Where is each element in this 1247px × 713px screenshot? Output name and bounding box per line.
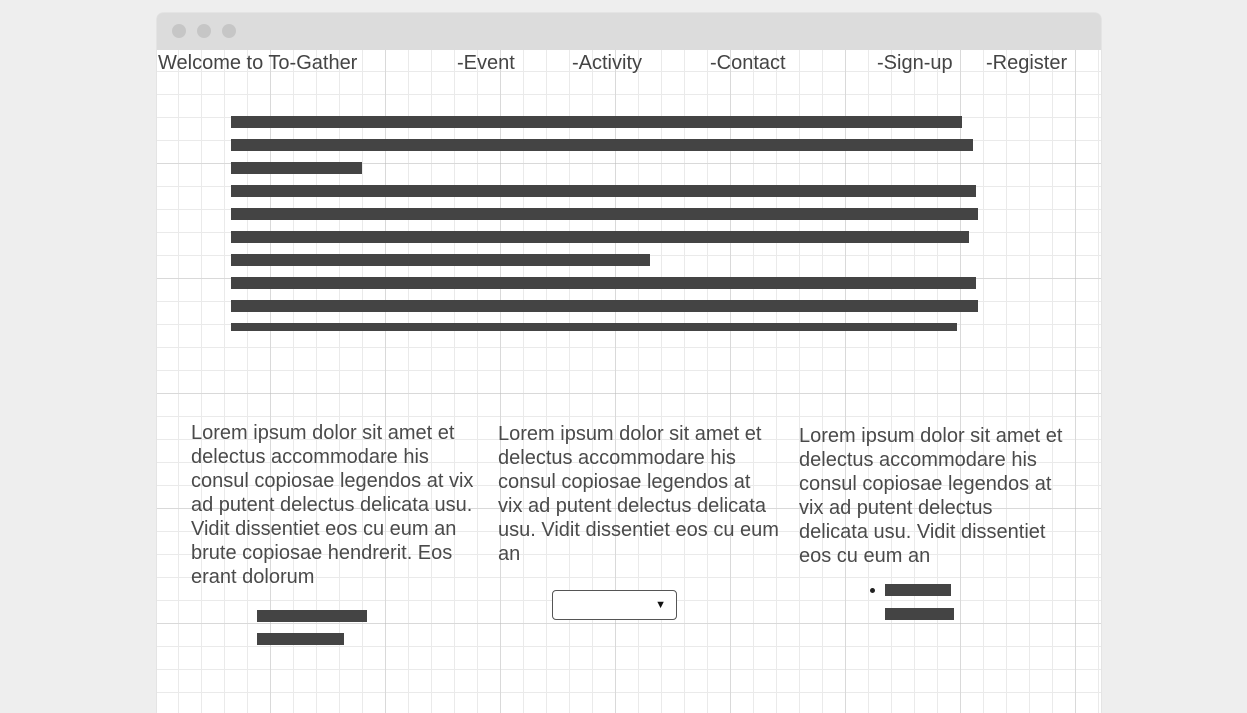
site-title: Welcome to To-Gather	[158, 52, 358, 74]
column-2-text: Lorem ipsum dolor sit amet et delectus a…	[498, 423, 779, 565]
nav-link-contact[interactable]: -Contact	[710, 52, 786, 74]
window-minimize-dot[interactable]	[197, 24, 211, 38]
text-placeholder-line	[231, 116, 962, 128]
nav-link-event[interactable]: -Event	[457, 52, 515, 74]
page-viewport: Welcome to To-Gather -Event -Activity -C…	[157, 50, 1101, 713]
nav-link-register[interactable]: -Register	[986, 52, 1067, 74]
list-item-placeholder[interactable]	[885, 608, 954, 620]
window-maximize-dot[interactable]	[222, 24, 236, 38]
list-item-placeholder[interactable]	[885, 584, 951, 596]
text-placeholder-line	[231, 208, 978, 220]
text-placeholder-line	[231, 162, 362, 174]
window-close-dot[interactable]	[172, 24, 186, 38]
nav-link-activity[interactable]: -Activity	[572, 52, 642, 74]
column-3-text: Lorem ipsum dolor sit amet et delectus a…	[799, 425, 1063, 567]
text-placeholder-line	[231, 231, 969, 243]
nav-link-sign-up[interactable]: -Sign-up	[877, 52, 953, 74]
text-placeholder-line	[231, 300, 978, 312]
text-placeholder-line	[231, 185, 976, 197]
text-placeholder-line	[231, 277, 976, 289]
link-placeholder[interactable]	[257, 610, 367, 622]
bullet-icon	[870, 588, 875, 593]
browser-window: Welcome to To-Gather -Event -Activity -C…	[157, 13, 1101, 713]
column-1-text: Lorem ipsum dolor sit amet et delectus a…	[191, 422, 474, 588]
link-placeholder[interactable]	[257, 633, 344, 645]
chevron-down-icon: ▼	[655, 599, 666, 611]
text-placeholder-line	[231, 139, 973, 151]
select-dropdown[interactable]: ▼	[552, 590, 677, 620]
text-placeholder-line	[231, 254, 650, 266]
window-titlebar	[157, 13, 1101, 50]
text-placeholder-line	[231, 323, 957, 331]
